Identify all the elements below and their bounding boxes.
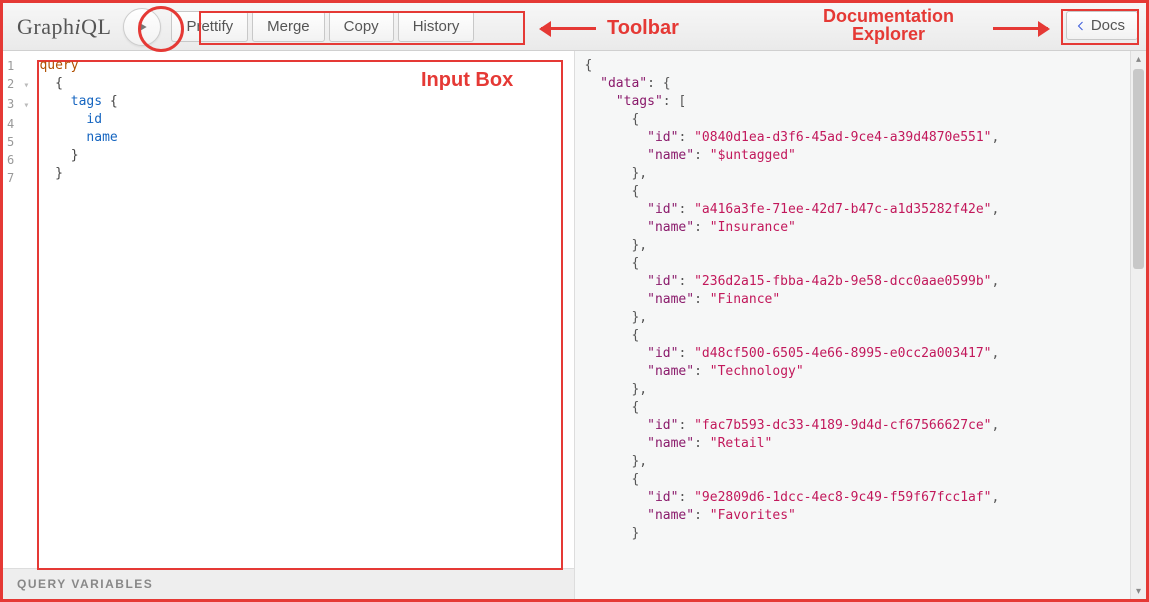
play-icon xyxy=(134,19,150,35)
result-panel: { "data": { "tags": [ { "id": "0840d1ea-… xyxy=(575,51,1147,599)
scrollbar-thumb[interactable] xyxy=(1133,69,1144,269)
result-json: { "data": { "tags": [ { "id": "0840d1ea-… xyxy=(575,51,1147,549)
history-button[interactable]: History xyxy=(398,11,475,42)
docs-button[interactable]: Docs xyxy=(1066,11,1138,40)
query-editor[interactable]: 1 2 ▾3 ▾4 5 6 7 query { tags { id name }… xyxy=(3,51,574,568)
main-split: 1 2 ▾3 ▾4 5 6 7 query { tags { id name }… xyxy=(3,51,1146,599)
run-button[interactable] xyxy=(123,8,161,46)
topbar: GraphiQL Prettify Merge Copy History Doc… xyxy=(3,3,1146,51)
query-editor-panel: 1 2 ▾3 ▾4 5 6 7 query { tags { id name }… xyxy=(3,51,575,599)
copy-button[interactable]: Copy xyxy=(329,11,394,42)
scroll-up-icon[interactable]: ▴ xyxy=(1131,51,1146,67)
merge-button[interactable]: Merge xyxy=(252,11,325,42)
app-logo: GraphiQL xyxy=(17,14,111,40)
query-code[interactable]: query { tags { id name } } xyxy=(35,51,125,568)
toolbar-buttons: Prettify Merge Copy History xyxy=(171,11,474,42)
scroll-down-icon[interactable]: ▾ xyxy=(1131,583,1146,599)
line-gutter: 1 2 ▾3 ▾4 5 6 7 xyxy=(3,51,35,568)
prettify-button[interactable]: Prettify xyxy=(171,11,248,42)
query-variables-toggle[interactable]: QUERY VARIABLES xyxy=(3,568,574,599)
chevron-left-icon xyxy=(1075,20,1087,32)
result-scrollbar[interactable]: ▴ ▾ xyxy=(1130,51,1146,599)
docs-label: Docs xyxy=(1091,17,1125,34)
